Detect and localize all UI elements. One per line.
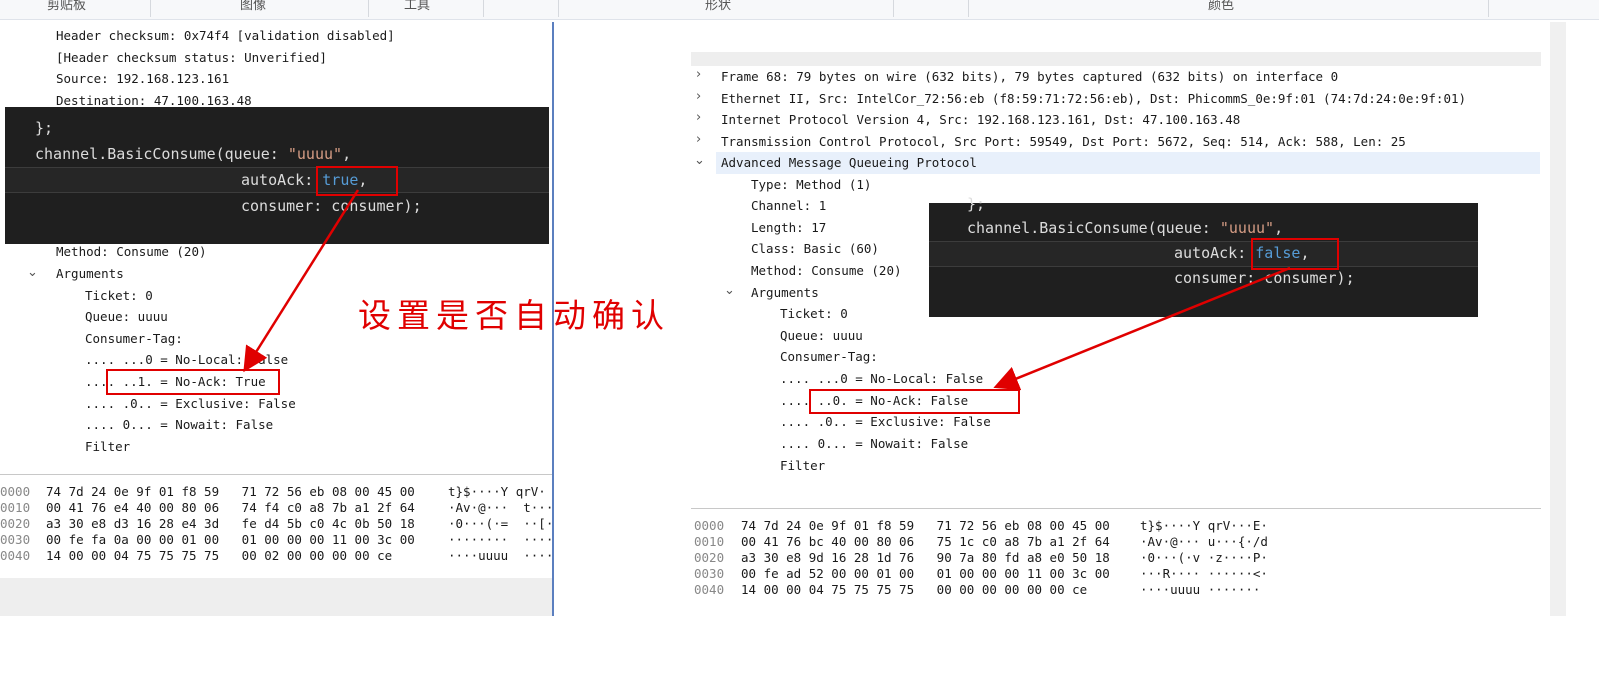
arrow-to-noack-true (243, 189, 360, 373)
arrow-to-noack-false (993, 266, 1291, 391)
annotation-arrows (243, 189, 1291, 391)
